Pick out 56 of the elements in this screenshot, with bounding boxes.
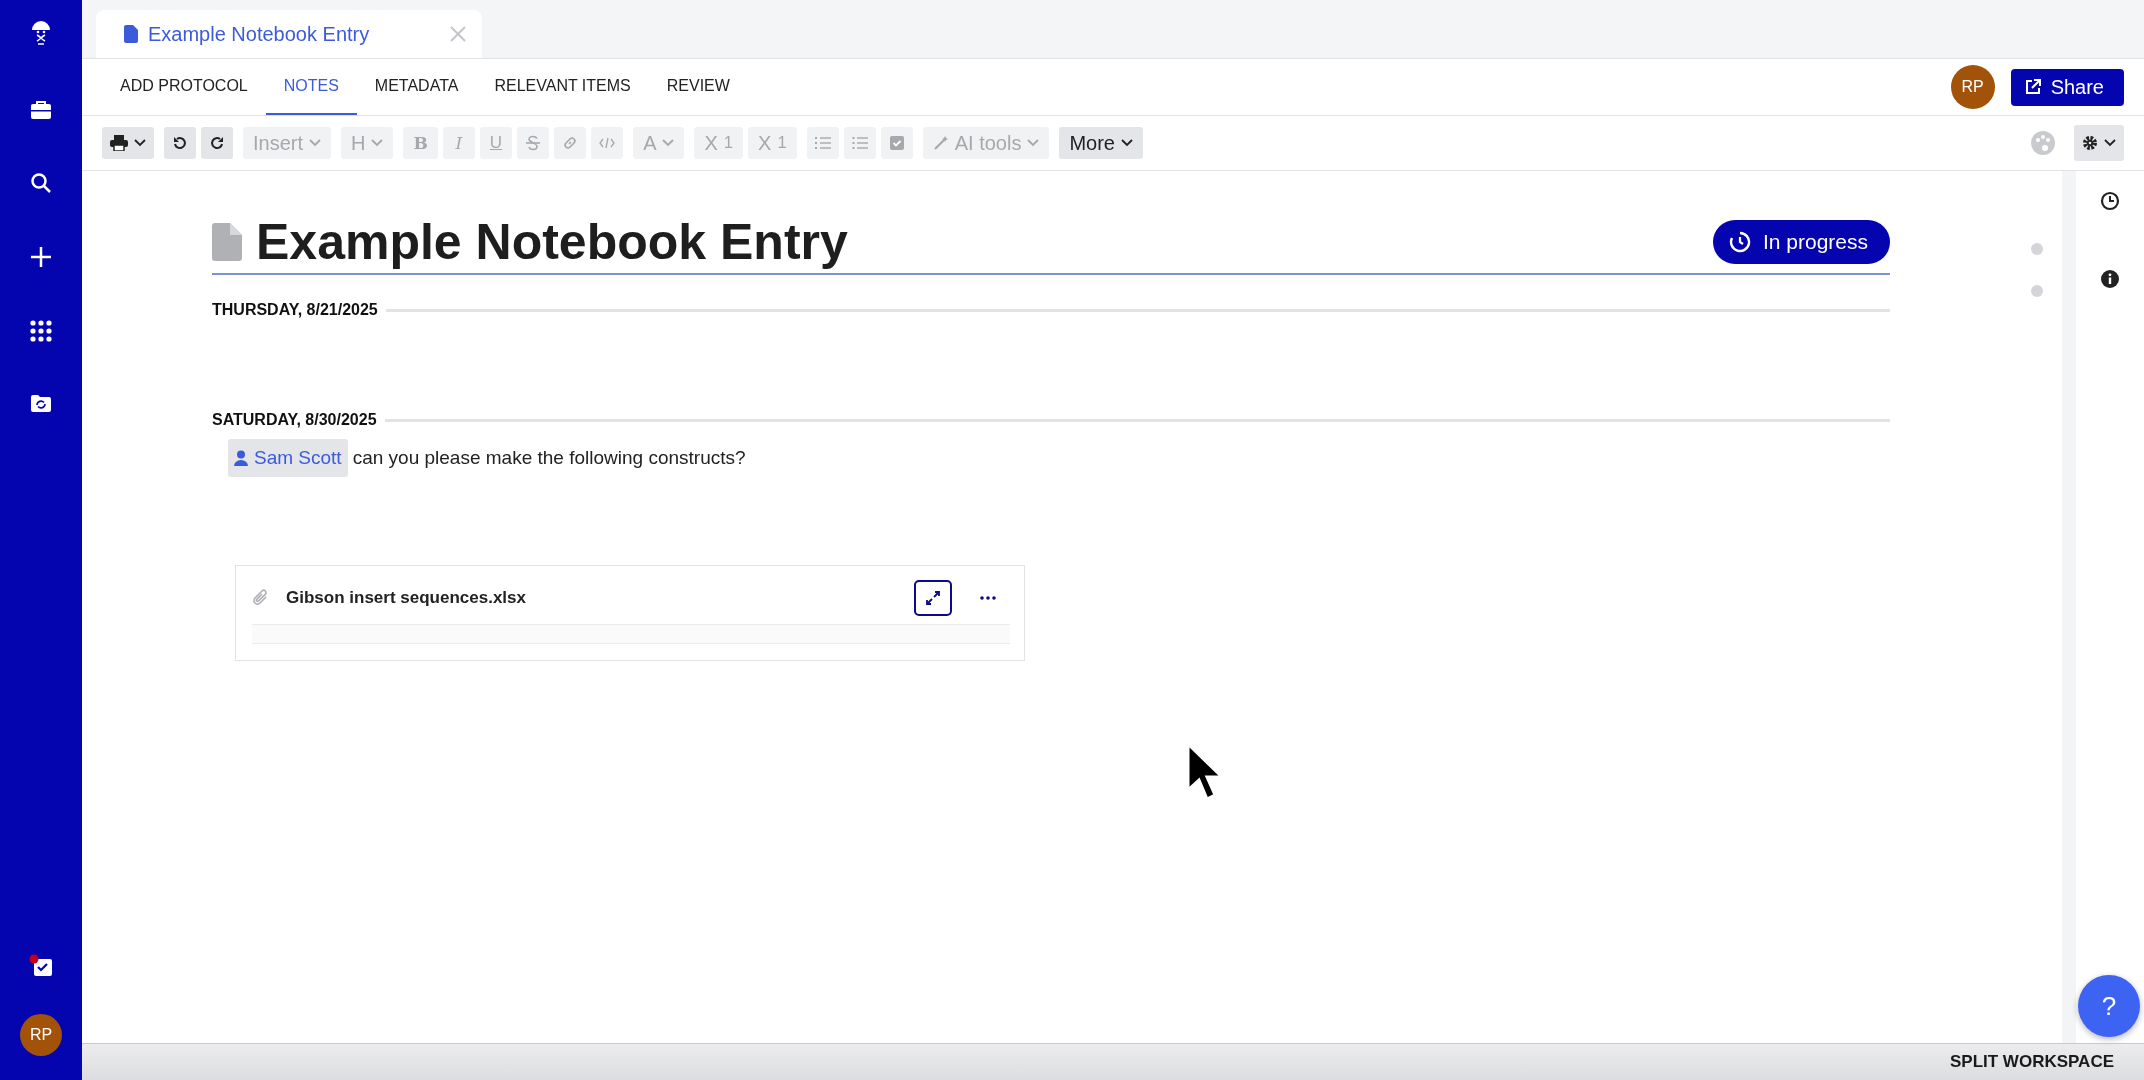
margin-dot xyxy=(2031,285,2043,297)
logo-icon[interactable] xyxy=(29,18,53,48)
settings-button[interactable] xyxy=(2074,125,2124,161)
print-icon xyxy=(110,135,128,151)
link-icon xyxy=(562,135,579,151)
plus-icon[interactable] xyxy=(30,246,52,268)
list-icon xyxy=(851,136,868,150)
dropdown-button[interactable]: More xyxy=(1059,127,1143,159)
expand-button[interactable] xyxy=(914,580,952,616)
list-icon xyxy=(814,136,831,150)
paperclip-icon xyxy=(252,588,270,608)
date-heading: SATURDAY, 8/30/2025 xyxy=(212,411,377,429)
status-button[interactable]: In progress xyxy=(1712,220,1890,264)
tab-title: Example Notebook Entry xyxy=(148,22,371,46)
note-text: can you please make the following constructs? xyxy=(352,447,746,469)
history-icon[interactable] xyxy=(2100,191,2120,211)
redo-icon xyxy=(210,136,224,150)
share-button[interactable]: Share xyxy=(2010,68,2124,106)
margin-dot xyxy=(2031,243,2043,255)
entry-title: Example Notebook Entry xyxy=(256,213,849,271)
timer-icon xyxy=(1728,231,1751,253)
more-icon[interactable] xyxy=(980,596,996,600)
person-icon xyxy=(234,450,248,466)
external-link-icon xyxy=(2024,79,2041,95)
section-tab[interactable]: ADD PROTOCOL xyxy=(102,59,266,115)
undo-button[interactable] xyxy=(164,127,196,159)
user-avatar[interactable]: RP xyxy=(1950,65,1995,109)
caret-icon xyxy=(2104,139,2116,147)
search-icon[interactable] xyxy=(30,172,52,194)
section-tab[interactable]: METADATA xyxy=(356,59,477,115)
user-mention[interactable]: Sam Scott xyxy=(228,439,348,477)
expand-icon xyxy=(926,591,940,605)
help-button[interactable]: ? xyxy=(2078,975,2140,1037)
document-icon xyxy=(212,223,242,261)
info-icon[interactable] xyxy=(2100,269,2120,289)
strikethrough-icon xyxy=(526,135,541,151)
undo-icon xyxy=(173,136,187,150)
section-tab[interactable]: RELEVANT ITEMS xyxy=(476,59,649,115)
magic-wand-icon xyxy=(932,135,949,151)
document-tab[interactable]: Example Notebook Entry xyxy=(96,10,482,58)
task-check-icon[interactable] xyxy=(28,954,54,978)
briefcase-icon[interactable] xyxy=(30,100,52,120)
date-heading: THURSDAY, 8/21/2025 xyxy=(212,301,378,319)
print-button[interactable] xyxy=(102,127,154,159)
document-icon xyxy=(124,25,138,43)
user-avatar[interactable]: RP xyxy=(20,1014,62,1056)
split-workspace-button[interactable]: SPLIT WORKSPACE xyxy=(1943,1051,2120,1073)
apps-grid-icon[interactable] xyxy=(30,320,52,342)
folder-sync-icon[interactable] xyxy=(30,394,52,413)
section-tab[interactable]: REVIEW xyxy=(648,59,748,115)
gear-icon xyxy=(2082,135,2098,151)
section-tab[interactable]: NOTES xyxy=(265,59,357,115)
checkbox-icon xyxy=(889,136,904,150)
redo-button[interactable] xyxy=(201,127,233,159)
code-icon xyxy=(599,136,616,150)
file-name[interactable]: Gibson insert sequences.xlsx xyxy=(286,588,898,608)
